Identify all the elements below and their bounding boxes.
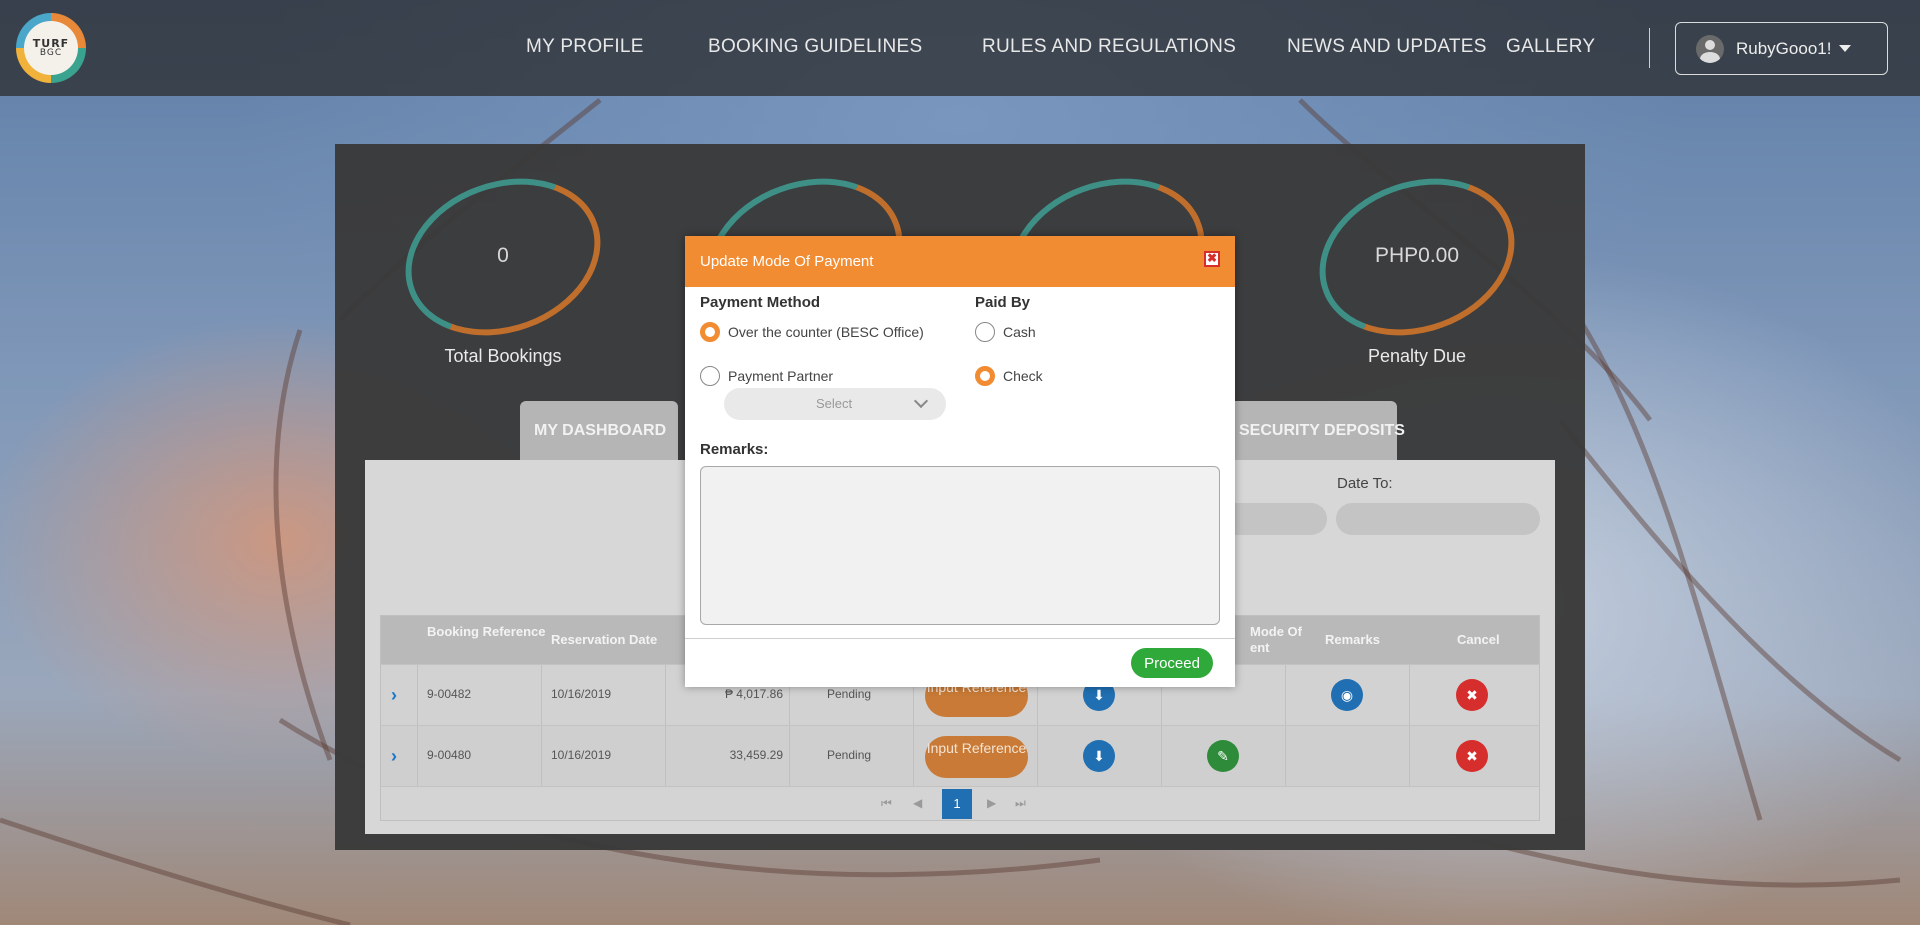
stat-total-bookings: 0 Total Bookings (383, 152, 623, 367)
th-remarks: Remarks (1325, 632, 1380, 647)
radio-selected-icon (975, 366, 995, 386)
expand-chevron-icon[interactable]: › (391, 685, 397, 706)
user-avatar-icon (1696, 34, 1724, 63)
tab-my-dashboard[interactable]: MY DASHBOARD (520, 401, 678, 461)
cell-booking-ref: 9-00482 (427, 687, 472, 701)
last-page-icon[interactable]: ⏭ (1015, 796, 1026, 811)
radio-payment-partner[interactable]: Payment Partner (700, 366, 833, 386)
radio-label: Check (1003, 368, 1043, 384)
top-navigation-bar: TURF BGC MY PROFILE BOOKING GUIDELINES R… (0, 0, 1920, 96)
radio-cash[interactable]: Cash (975, 322, 1036, 342)
radio-check[interactable]: Check (975, 366, 1043, 386)
stat-ring: PHP0.00 (1297, 152, 1537, 362)
radio-label: Over the counter (BESC Office) (728, 324, 924, 340)
paid-by-label: Paid By (975, 294, 1031, 311)
turf-bgc-logo[interactable]: TURF BGC (16, 13, 86, 83)
radio-over-the-counter[interactable]: Over the counter (BESC Office) (700, 322, 924, 342)
stat-value: PHP0.00 (1374, 244, 1460, 267)
stat-penalty-due: PHP0.00 Penalty Due (1297, 152, 1537, 367)
close-icon[interactable]: ✖ (1204, 251, 1220, 267)
edit-pencil-icon[interactable]: ✎ (1207, 740, 1239, 772)
radio-unselected-icon (700, 366, 720, 386)
th-reservation-date: Reservation Date (551, 632, 658, 647)
table-row: › 9-00480 10/16/2019 33,459.29 Pending I… (381, 725, 1539, 786)
radio-unselected-icon (975, 322, 995, 342)
cell-booking-ref: 9-00480 (427, 748, 472, 762)
prev-page-icon[interactable]: ◀ (913, 796, 922, 810)
stat-value: 0 (497, 244, 509, 267)
th-mode-of-payment: Mode Of (1250, 624, 1302, 639)
cancel-x-icon[interactable]: ✖ (1456, 740, 1488, 772)
expand-chevron-icon[interactable]: › (391, 746, 397, 767)
current-page[interactable]: 1 (942, 789, 972, 819)
payment-method-label: Payment Method (700, 294, 821, 311)
modal-title: Update Mode Of Payment (700, 253, 874, 270)
pagination: ⏮ ◀ 1 ▶ ⏭ (381, 786, 1539, 820)
stat-ring: 0 (383, 152, 623, 362)
stat-label: Penalty Due (1367, 346, 1467, 366)
nav-booking-guidelines[interactable]: BOOKING GUIDELINES (708, 36, 922, 58)
date-to-input[interactable] (1336, 503, 1540, 535)
logo-text-bgc: BGC (39, 48, 63, 58)
proceed-button[interactable]: Proceed (1131, 648, 1213, 678)
th-booking-reference: Booking Reference (427, 624, 546, 639)
cell-amount: ₱ 4,017.86 (724, 687, 783, 701)
input-reference-button[interactable]: Input Reference (925, 736, 1028, 778)
th-cancel: Cancel (1457, 632, 1500, 647)
update-payment-modal: Update Mode Of Payment ✖ Payment Method … (685, 236, 1235, 687)
date-to-label: Date To: (1337, 475, 1393, 492)
select-placeholder: Select (816, 396, 853, 411)
payment-partner-select[interactable]: Select (724, 388, 946, 420)
next-page-icon[interactable]: ▶ (987, 796, 996, 810)
th-mode-of-payment-2: ent (1250, 640, 1270, 655)
cell-reservation-date: 10/16/2019 (551, 687, 612, 701)
username: RubyGooo1! (1736, 38, 1832, 58)
cell-amount: 33,459.29 (729, 748, 783, 762)
remarks-textarea[interactable] (700, 466, 1220, 625)
cancel-x-icon[interactable]: ✖ (1456, 679, 1488, 711)
chevron-down-icon (913, 393, 929, 409)
radio-label: Cash (1003, 324, 1036, 340)
tab-security-deposits[interactable]: SECURITY DEPOSITS (1215, 401, 1405, 461)
stat-label: Total Bookings (444, 346, 562, 366)
cell-status: Pending (827, 748, 872, 762)
cell-status: Pending (827, 687, 872, 701)
radio-selected-icon (700, 322, 720, 342)
nav-gallery[interactable]: GALLERY (1506, 36, 1595, 58)
modal-divider (685, 638, 1235, 639)
download-icon[interactable]: ⬇ (1083, 740, 1115, 772)
view-eye-icon[interactable]: ◉ (1331, 679, 1363, 711)
radio-label: Payment Partner (728, 368, 834, 384)
caret-down-icon (1839, 45, 1852, 52)
remarks-label: Remarks: (700, 441, 769, 458)
nav-my-profile[interactable]: MY PROFILE (526, 36, 644, 58)
nav-news-and-updates[interactable]: NEWS AND UPDATES (1287, 36, 1487, 58)
nav-divider (1649, 28, 1650, 68)
first-page-icon[interactable]: ⏮ (881, 796, 892, 811)
cell-reservation-date: 10/16/2019 (551, 748, 612, 762)
user-menu-button[interactable]: RubyGooo1! (1675, 22, 1888, 75)
modal-header: Update Mode Of Payment ✖ (685, 236, 1235, 287)
nav-rules-and-regulations[interactable]: RULES AND REGULATIONS (982, 36, 1236, 58)
